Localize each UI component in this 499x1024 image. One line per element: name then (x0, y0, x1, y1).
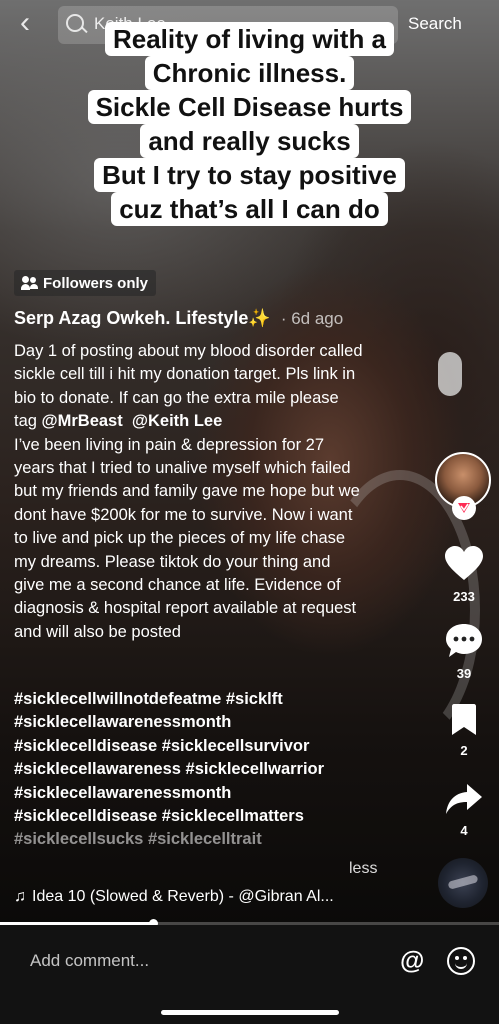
music-row[interactable]: ♫ Idea 10 (Slowed & Reverb) - @Gibran Al… (14, 888, 334, 906)
comment-input[interactable]: Add comment... (30, 951, 149, 971)
mention-link[interactable]: @MrBeast (42, 412, 123, 430)
follow-check-icon (458, 503, 470, 513)
hashtag-line[interactable]: #sicklecellawarenessmonth (14, 711, 354, 734)
mention-link[interactable]: @Keith Lee (132, 412, 222, 430)
save-button[interactable]: 2 (433, 704, 495, 758)
author-row: Serp Azag Owkeh. Lifestyle✨ · 6d ago (14, 308, 343, 329)
caption-line: Sickle Cell Disease hurts (87, 90, 412, 124)
save-count: 2 (460, 743, 468, 758)
share-count: 4 (460, 823, 468, 838)
show-less-link[interactable]: less (349, 860, 377, 878)
video-decor-earbud (438, 352, 462, 396)
caption-line: Reality of living with a (104, 22, 395, 56)
mention-at-icon[interactable]: @ (400, 947, 424, 976)
comment-bubble-icon (446, 624, 482, 657)
hashtag-list: #sicklecellwillnotdefeatme #sicklft #sic… (14, 688, 354, 852)
heart-icon (445, 546, 483, 580)
music-note-icon: ♫ (14, 888, 26, 905)
author-name[interactable]: Serp Azag Owkeh. Lifestyle✨ (14, 308, 271, 329)
share-button[interactable]: 4 (433, 782, 495, 838)
music-disc-icon[interactable] (438, 858, 488, 908)
post-time: · 6d ago (280, 309, 344, 328)
like-button[interactable]: 233 (433, 546, 495, 604)
caption-line: cuz that’s all I can do (111, 192, 388, 226)
comment-button[interactable]: 39 (433, 623, 495, 681)
follow-button[interactable] (452, 496, 476, 520)
music-title[interactable]: Idea 10 (Slowed & Reverb) - @Gibran Al..… (32, 888, 334, 906)
emoji-icon[interactable] (447, 947, 475, 975)
home-indicator (161, 1010, 339, 1015)
post-description: Day 1 of posting about my blood disorder… (14, 340, 364, 644)
comment-bar: Add comment... @ (0, 925, 499, 1024)
bookmark-icon (452, 704, 476, 735)
hashtag-line[interactable]: #sicklecelldisease #sicklecellsurvivor (14, 735, 354, 758)
description-text: I’ve been living in pain & depression fo… (14, 435, 360, 641)
hashtag-line[interactable]: #sicklecelldisease #sicklecellmatters (14, 805, 354, 828)
comment-count: 39 (456, 666, 472, 681)
hashtag-line[interactable]: #sicklecellawarenessmonth (14, 782, 354, 805)
caption-line: and really sucks (140, 124, 359, 158)
people-icon (21, 276, 38, 290)
caption-line: Chronic illness. (144, 56, 355, 90)
followers-only-label: Followers only (43, 274, 149, 292)
hashtag-line[interactable]: #sicklecellsucks #sicklecelltrait (14, 828, 354, 851)
hashtag-line[interactable]: #sicklecellwillnotdefeatme #sicklft (14, 688, 354, 711)
like-count: 233 (453, 589, 475, 604)
followers-only-badge: Followers only (14, 270, 157, 296)
share-arrow-icon (446, 784, 482, 814)
caption-line: But I try to stay positive (94, 158, 405, 192)
video-caption: Reality of living with a Chronic illness… (0, 22, 499, 226)
hashtag-line[interactable]: #sicklecellawareness #sicklecellwarrior (14, 758, 354, 781)
